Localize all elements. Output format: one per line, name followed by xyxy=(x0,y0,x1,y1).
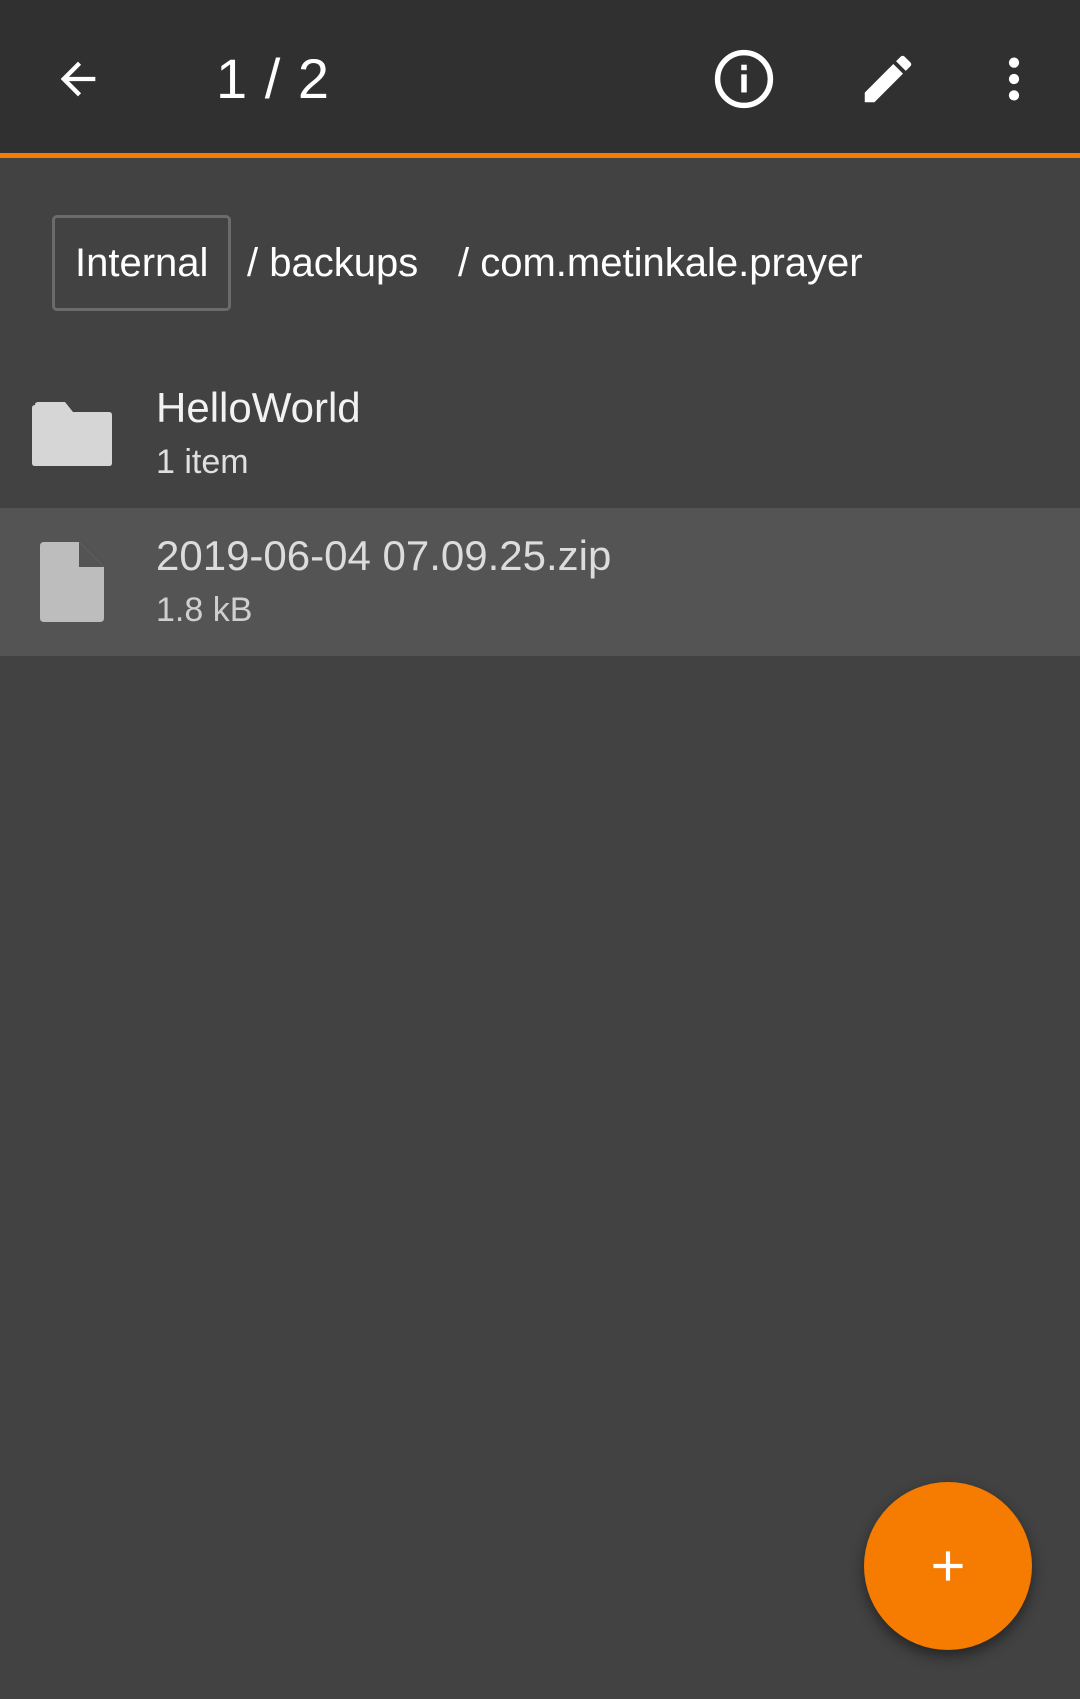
file-list-item-folder[interactable]: HelloWorld 1 item xyxy=(0,360,1080,508)
file-name: HelloWorld xyxy=(156,384,361,431)
pencil-icon xyxy=(864,55,912,103)
plus-icon xyxy=(933,1551,963,1581)
top-toolbar: 1 / 2 xyxy=(0,0,1080,158)
more-vert-icon xyxy=(1008,57,1020,101)
file-detail: 1.8 kB xyxy=(156,591,253,629)
folder-icon xyxy=(28,360,116,508)
file-name: 2019-06-04 07.09.25.zip xyxy=(156,532,612,579)
breadcrumb-item-backups[interactable]: / backups xyxy=(247,215,418,311)
back-button[interactable] xyxy=(28,29,128,129)
info-icon xyxy=(714,49,774,109)
edit-button[interactable] xyxy=(838,29,938,129)
add-fab-button[interactable] xyxy=(864,1482,1032,1650)
file-detail: 1 item xyxy=(156,443,249,481)
breadcrumb-root-internal[interactable]: Internal xyxy=(52,215,232,311)
breadcrumb: Internal / backups / com.metinkale.praye… xyxy=(0,158,1080,338)
file-icon xyxy=(28,508,116,656)
arrow-back-icon xyxy=(60,61,96,97)
file-list-item-zip[interactable]: 2019-06-04 07.09.25.zip 1.8 kB xyxy=(0,508,1080,656)
info-button[interactable] xyxy=(694,29,794,129)
more-options-button[interactable] xyxy=(964,29,1064,129)
breadcrumb-item-current[interactable]: / com.metinkale.prayer xyxy=(458,215,863,311)
page-title: 1 / 2 xyxy=(216,47,330,110)
